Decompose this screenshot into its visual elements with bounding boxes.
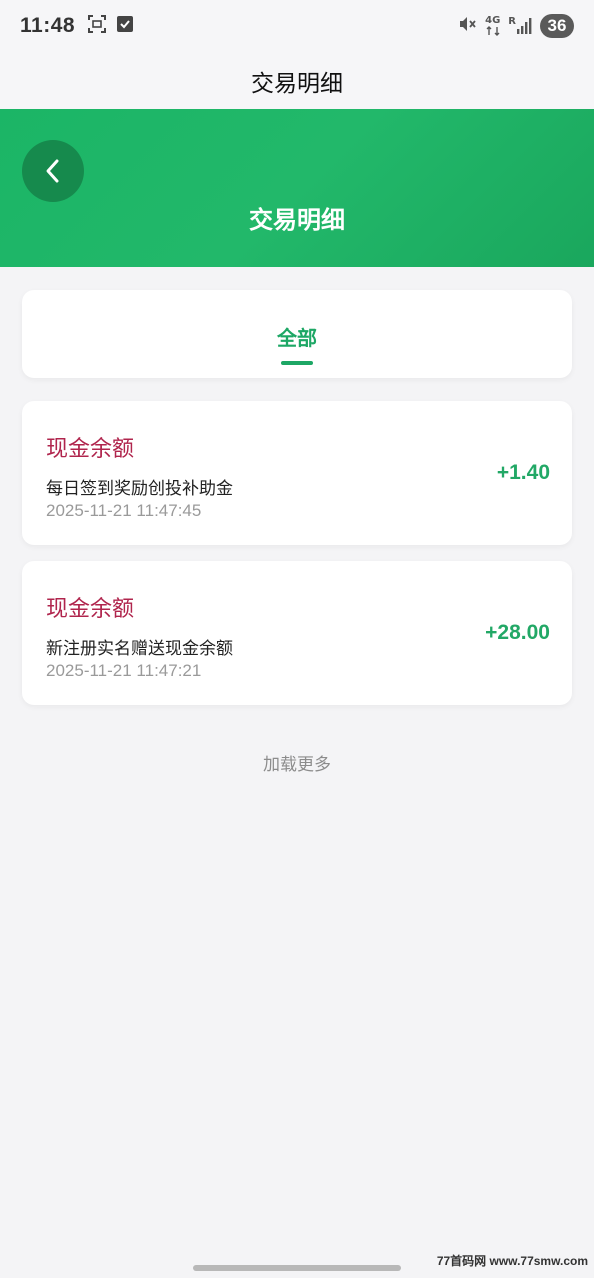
transaction-amount: +28.00 bbox=[485, 621, 550, 644]
tab-active-indicator bbox=[281, 361, 313, 365]
transaction-time: 2025-11-21 11:47:45 bbox=[46, 501, 202, 520]
chevron-left-icon bbox=[46, 159, 59, 183]
tab-all-label: 全部 bbox=[277, 326, 317, 350]
home-indicator[interactable] bbox=[193, 1265, 401, 1271]
status-bar: 11:48 4G R 36 bbox=[0, 0, 594, 52]
header-title: 交易明细 bbox=[249, 206, 345, 234]
status-time: 11:48 bbox=[20, 14, 76, 37]
mute-icon bbox=[457, 14, 477, 38]
network-4g-icon: 4G bbox=[485, 16, 500, 36]
back-button[interactable] bbox=[22, 140, 84, 202]
page-title: 交易明细 bbox=[251, 71, 343, 97]
header-banner: 交易明细 bbox=[0, 109, 594, 267]
tab-all[interactable]: 全部 bbox=[22, 290, 572, 378]
transaction-description: 新注册实名赠送现金余额 bbox=[46, 639, 233, 659]
title-bar: 交易明细 bbox=[0, 52, 594, 110]
transaction-type: 现金余额 bbox=[46, 597, 135, 622]
transaction-item[interactable]: 现金余额 新注册实名赠送现金余额 2025-11-21 11:47:21 +28… bbox=[22, 561, 572, 705]
load-more-button[interactable]: 加载更多 bbox=[0, 750, 594, 775]
signal-icon: R bbox=[508, 17, 532, 35]
filter-tabs: 全部 bbox=[22, 290, 572, 378]
transaction-amount: +1.40 bbox=[496, 461, 550, 484]
transaction-item[interactable]: 现金余额 每日签到奖励创投补助金 2025-11-21 11:47:45 +1.… bbox=[22, 401, 572, 545]
watermark: 77首码网 www.77smw.com bbox=[436, 1254, 588, 1268]
screen: 11:48 4G R 36 交易明细 交易明细 全部 现金余额 每日签到奖励创投… bbox=[0, 0, 594, 1278]
status-icons: 4G R 36 bbox=[457, 14, 574, 38]
transaction-type: 现金余额 bbox=[46, 437, 135, 462]
checkbox-icon bbox=[117, 15, 134, 37]
transaction-time: 2025-11-21 11:47:21 bbox=[46, 661, 202, 680]
battery-indicator: 36 bbox=[540, 14, 574, 38]
screenshot-icon bbox=[87, 14, 107, 38]
transaction-description: 每日签到奖励创投补助金 bbox=[46, 479, 233, 499]
